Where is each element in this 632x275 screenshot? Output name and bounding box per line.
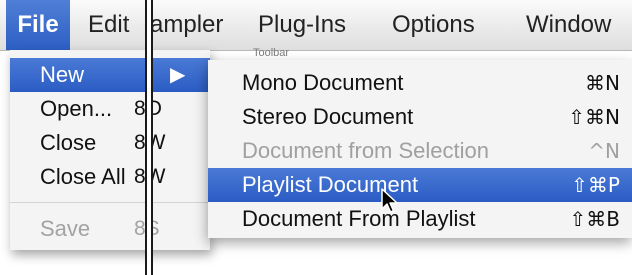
file-menu-item-new[interactable]: New ▶ [10,58,210,92]
submenu-shortcut: ⇧⌘B [569,207,620,231]
menu-sampler[interactable]: ampler [150,0,223,50]
file-menu-dropdown: New ▶ Open... 8O Close 8W Close All 8W S… [10,50,210,250]
menu-options[interactable]: Options [392,0,475,50]
file-menu-item-open[interactable]: Open... 8O [10,92,210,126]
submenu-item-mono-document[interactable]: Mono Document ⌘N [208,66,632,100]
file-menu-item-save: Save 8S [10,212,210,246]
file-menu-item-label: Close [40,130,97,155]
file-menu-item-label: Open... [40,96,113,121]
file-menu-item-label: Save [40,216,91,241]
submenu-item-document-from-selection: Document from Selection ^N [208,134,632,168]
submenu-item-document-from-playlist[interactable]: Document From Playlist ⇧⌘B [208,202,632,236]
file-menu-item-close-all[interactable]: Close All 8W [10,160,210,194]
menu-plug-ins[interactable]: Plug-Ins [258,0,346,50]
submenu-shortcut: ^N [588,139,620,163]
submenu-arrow-icon: ▶ [170,64,186,86]
menu-file[interactable]: File [6,0,70,50]
file-menu-item-close[interactable]: Close 8W [10,126,210,160]
submenu-item-playlist-document[interactable]: Playlist Document ⇧⌘P [208,168,632,202]
screenshot-divider [145,0,153,275]
menu-bar: File Edit ampler Plug-Ins Options Window [0,0,632,51]
submenu-item-label: Document From Playlist [242,206,476,231]
menu-window[interactable]: Window [526,0,611,50]
menu-separator [10,202,210,203]
new-submenu: Mono Document ⌘N Stereo Document ⇧⌘N Doc… [208,60,632,238]
submenu-shortcut: ⇧⌘P [571,173,620,197]
menu-edit[interactable]: Edit [88,0,129,50]
submenu-item-label: Document from Selection [242,138,489,163]
file-menu-item-label: Close All [40,164,126,189]
submenu-shortcut: ⇧⌘N [568,105,620,129]
submenu-item-label: Stereo Document [242,104,414,129]
screen: File Edit ampler Plug-Ins Options Window… [0,0,632,275]
submenu-shortcut: ⌘N [585,71,620,95]
file-menu-item-label: New [40,62,85,87]
mouse-cursor-icon [381,188,398,213]
submenu-item-stereo-document[interactable]: Stereo Document ⇧⌘N [208,100,632,134]
submenu-item-label: Mono Document [242,70,404,95]
toolbar-label: Toolbar [253,47,290,59]
